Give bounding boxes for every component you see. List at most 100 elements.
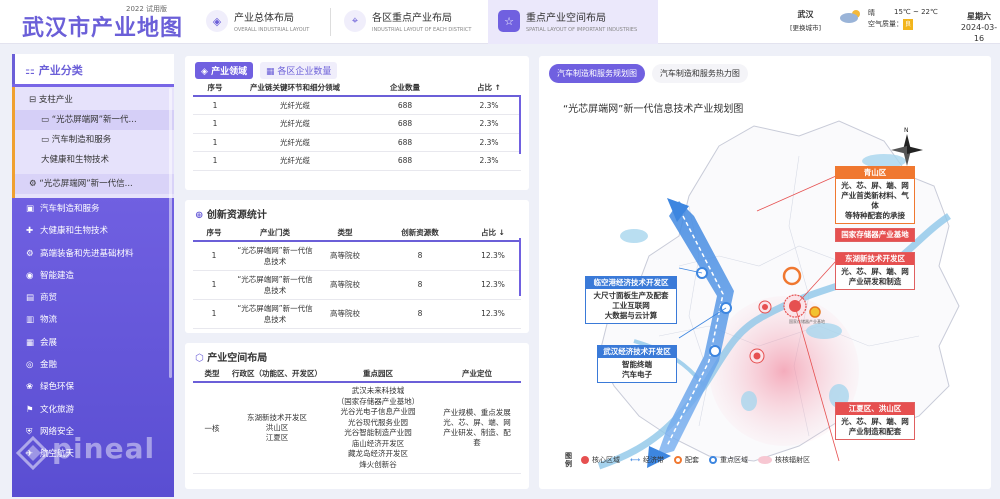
- callout-title: 东湖新技术开发区: [836, 253, 914, 265]
- layers-icon: ◈: [206, 10, 228, 32]
- callout-title: 武汉经济技术开发区: [598, 346, 676, 358]
- shop-icon: ▤: [26, 293, 35, 304]
- cell: 高等院校: [315, 270, 375, 300]
- sidebar-item-label: 大健康和生物技术: [40, 226, 109, 237]
- col-header: 类型: [315, 225, 375, 242]
- cell: 1: [193, 151, 237, 171]
- temperature: 15℃ ~ 22℃: [894, 8, 938, 16]
- sidebar-sub-label: “光芯屏端网”新一代...: [51, 115, 137, 125]
- sidebar-item-label: 高端装备和先进基础材料: [40, 248, 134, 259]
- pineal-logo-icon: [16, 436, 50, 470]
- cell: 武汉未来科技城 （国家存储器产业基地） 光谷光电子信息产业园 光谷现代服务业园 …: [323, 382, 433, 474]
- top-header: 武汉市产业地图 2022 试用版 ◈ 产业总体布局 OVERALL INDUST…: [0, 0, 1000, 44]
- sidebar-sub-health[interactable]: 大健康和生物技术: [15, 150, 174, 170]
- tab-district-layout[interactable]: ⌖ 各区重点产业布局 INDUSTRIAL LAYOUT OF EACH DIS…: [334, 0, 480, 44]
- cell: 12.3%: [465, 299, 521, 329]
- sidebar-item-tourism[interactable]: ⚑ 文化旅游: [12, 399, 174, 421]
- tab-label: 产业总体布局: [234, 13, 294, 24]
- map-panel: 汽车制造和服务规划图 汽车制造和服务热力图 “光芯屏端网”新一代信息技术产业规划…: [539, 56, 991, 489]
- center-label: 国家存储器产业基地: [789, 318, 825, 324]
- col-header: 行政区（功能区、开发区）: [231, 366, 323, 383]
- sidebar-sub-optoelectronics[interactable]: ▭ “光芯屏端网”新一代...: [15, 110, 174, 130]
- cell: 688: [353, 96, 457, 115]
- sidebar-sub-group: ⊟ 支柱产业 ▭ “光芯屏端网”新一代... ▭ 汽车制造和服务 大健康和生物技…: [12, 87, 174, 198]
- innovation-panel: ⊕ 创新资源统计 序号 产业门类 类型 创新资源数 占比 ↓ 1 “光芯屏端网”新一代信息…: [185, 200, 529, 333]
- table-scrollbar[interactable]: [519, 96, 521, 154]
- city-selector[interactable]: 武汉 [更换城市]: [790, 9, 821, 32]
- sidebar-sub-auto[interactable]: ▭ 汽车制造和服务: [15, 130, 174, 150]
- callout-wuhan-econ: 武汉经济技术开发区 智能终端 汽车电子: [597, 345, 677, 383]
- tab-label: 重点产业空间布局: [526, 13, 606, 24]
- item-icon: ⚙: [29, 179, 40, 189]
- cell: 1: [193, 96, 237, 115]
- tab-district-count[interactable]: ▦ 各区企业数量: [259, 62, 338, 79]
- callout-title: 江夏区、洪山区: [836, 403, 914, 415]
- col-header: 产业门类: [235, 225, 315, 242]
- callout-body: 光、芯、屏、端、网 产业制造和配套: [841, 417, 909, 436]
- sidebar-item-finance[interactable]: ◎ 金融: [12, 354, 174, 376]
- cell: 8: [375, 299, 465, 329]
- sidebar-item-construction[interactable]: ◉ 智能建造: [12, 265, 174, 287]
- sidebar-item-commerce[interactable]: ▤ 商贸: [12, 287, 174, 309]
- industry-panel: ◈ 产业领域 ▦ 各区企业数量 序号 产业链关键环节和细分领域 企业数量 占比 ↑ 1…: [185, 56, 529, 190]
- cell: 光纤光缆: [237, 133, 353, 152]
- app-title: 武汉市产业地图: [22, 15, 184, 41]
- cell: 光纤光缆: [237, 96, 353, 115]
- sidebar-sub-optoelectronics-2[interactable]: ⚙ “光芯屏端网”新一代信...: [15, 174, 174, 194]
- tab-label: 各区企业数量: [277, 67, 332, 77]
- legend-title: 图例: [565, 452, 572, 468]
- gear-icon: ⚙: [26, 248, 34, 259]
- legend-radiation-swatch: [758, 456, 773, 464]
- col-header: 序号: [193, 80, 237, 97]
- finance-icon: ◎: [26, 360, 34, 371]
- tab-plan-map[interactable]: 汽车制造和服务规划图: [549, 64, 645, 83]
- tab-heat-map[interactable]: 汽车制造和服务热力图: [651, 64, 748, 83]
- sidebar-item-logistics[interactable]: ▥ 物流: [12, 309, 174, 331]
- table-row: 1 “光芯屏端网”新一代信息技术 高等院校 8 12.3%: [193, 241, 521, 271]
- cell: 688: [353, 133, 457, 152]
- table-row: 1 光纤光缆 688 2.3%: [193, 96, 521, 115]
- cell: 光纤光缆: [237, 114, 353, 134]
- innovation-table: 序号 产业门类 类型 创新资源数 占比 ↓ 1 “光芯屏端网”新一代信息技术 高等院校 8 12…: [193, 225, 521, 329]
- sidebar-item-equipment[interactable]: ⚙ 高端装备和先进基础材料: [12, 243, 174, 265]
- cell: 12.3%: [465, 270, 521, 300]
- aqi-label: 空气质量：: [868, 20, 903, 28]
- cell: 1: [193, 133, 237, 152]
- tab-industry-field[interactable]: ◈ 产业领域: [195, 62, 254, 79]
- col-header: 企业数量: [353, 80, 457, 97]
- cell: 一核: [193, 382, 231, 474]
- col-header-sortable[interactable]: 占比 ↓: [465, 225, 521, 242]
- callout-title: 国家存储器产业基地: [836, 229, 914, 241]
- change-city-link[interactable]: [更换城市]: [790, 22, 821, 32]
- col-header-sortable[interactable]: 占比 ↑: [457, 80, 521, 97]
- sidebar-item-label: 智能建造: [40, 270, 75, 281]
- leaf-icon: ❀: [26, 382, 34, 393]
- callout-body: 大尺寸面板生产及配套 工业互联网 大数据与云计算: [593, 291, 669, 320]
- sidebar-item-auto[interactable]: ▣ 汽车制造和服务: [12, 198, 174, 220]
- cell: 高等院校: [315, 241, 375, 271]
- sidebar-scrollbar[interactable]: [169, 88, 172, 378]
- exhibit-icon: ▦: [26, 337, 35, 348]
- sidebar-sub-pillar[interactable]: ⊟ 支柱产业: [15, 90, 174, 110]
- sidebar-title-text: 产业分类: [38, 64, 83, 77]
- tab-overall-layout[interactable]: ◈ 产业总体布局 OVERALL INDUSTRIAL LAYOUT: [196, 0, 342, 44]
- map-title: “光芯屏端网”新一代信息技术产业规划图: [563, 104, 744, 115]
- sidebar-item-health[interactable]: ✚ 大健康和生物技术: [12, 220, 174, 242]
- cell: 光纤光缆: [237, 151, 353, 171]
- cell: 2.3%: [457, 151, 521, 171]
- legend-belt-swatch: ⟷: [630, 456, 641, 464]
- cell: 产业规模、重点发展光、芯、屏、端、网产业研发、制造、配套: [433, 382, 521, 474]
- sidebar-item-green[interactable]: ❀ 绿色环保: [12, 376, 174, 398]
- supporting-marker: [809, 306, 821, 318]
- callout-body: 光、芯、屏、端、网 产业首类新材料、气体 等特种配套的承接: [841, 181, 909, 220]
- item-icon: ▭: [41, 115, 52, 125]
- sidebar-item-exhibition[interactable]: ▦ 会展: [12, 332, 174, 354]
- col-header: 序号: [193, 225, 235, 242]
- cell: 1: [193, 270, 235, 300]
- tab-spatial-layout[interactable]: ☆ 重点产业空间布局 SPATIAL LAYOUT OF IMPORTANT I…: [488, 0, 658, 44]
- map-legend: 图例 核心区域 ⟷ 经济带 配套 重点区域 核核辐射区: [565, 452, 810, 468]
- table-scrollbar[interactable]: [519, 238, 521, 296]
- sidebar-item-label: 汽车制造和服务: [40, 204, 100, 214]
- edition-tag: 2022 试用版: [126, 5, 168, 13]
- weekday: 星期六: [967, 12, 991, 21]
